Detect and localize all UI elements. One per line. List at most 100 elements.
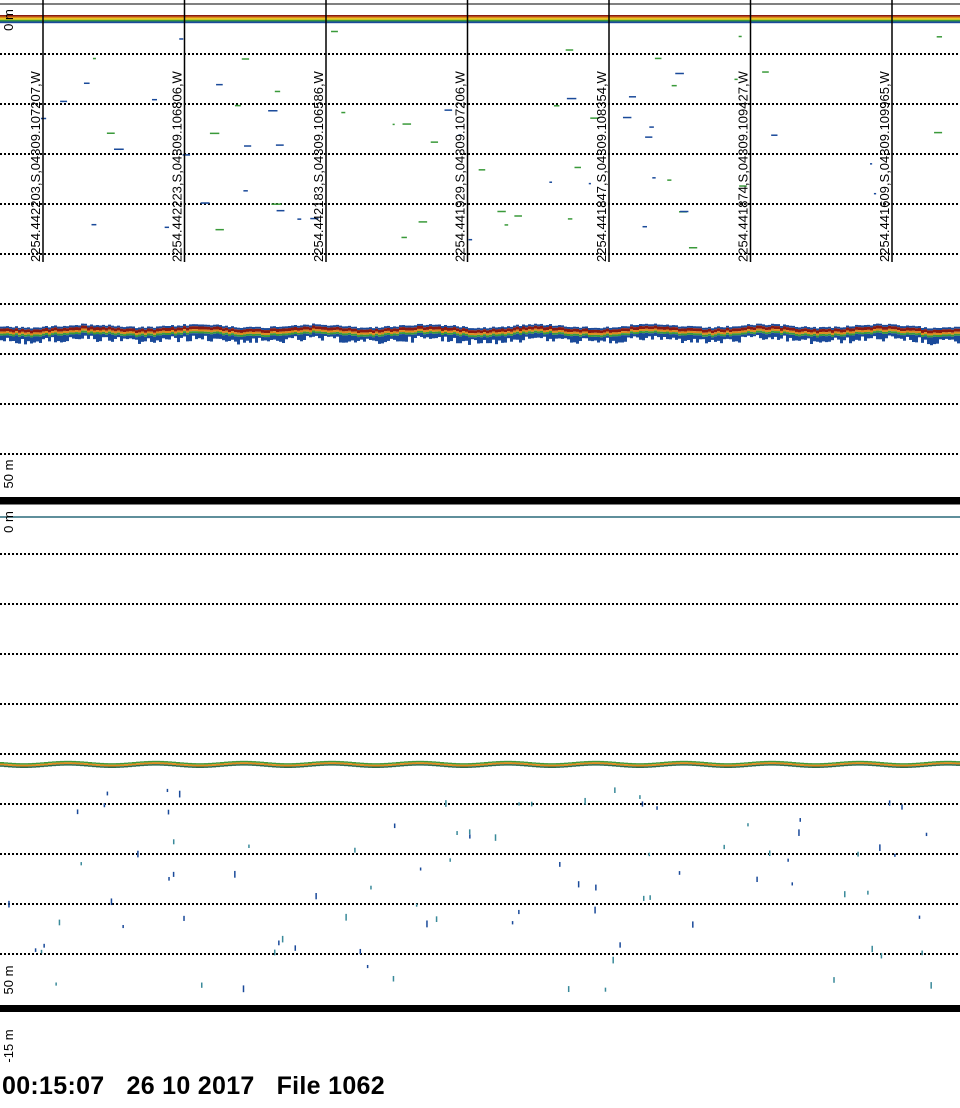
seabed-echo [129, 328, 132, 332]
echo-speck [567, 218, 573, 220]
seabed-echo [522, 324, 525, 327]
seabed-echo [585, 333, 588, 336]
seabed-echo [531, 324, 534, 327]
seabed-echo [188, 766, 192, 768]
seabed-echo [200, 766, 204, 768]
seabed-echo [693, 326, 696, 329]
seabed-echo [556, 764, 560, 767]
seabed-echo [849, 333, 852, 336]
seabed-echo [894, 331, 897, 334]
seabed-echo [924, 334, 927, 337]
seabed-echo [645, 323, 648, 326]
seabed-echo [726, 330, 729, 333]
seabed-echo [462, 331, 465, 334]
seabed-echo [45, 332, 48, 335]
seabed-echo [888, 323, 891, 326]
seabed-echo [720, 336, 723, 344]
seabed-echo [495, 329, 498, 333]
seabed-echo [408, 761, 412, 763]
seabed-echo [852, 328, 855, 332]
seabed-echo [756, 325, 759, 329]
echo-speck [435, 916, 438, 923]
seabed-echo [153, 334, 156, 337]
seabed-echo [795, 328, 798, 332]
seabed-echo [342, 335, 345, 343]
seabed-echo [740, 765, 744, 768]
seabed-echo [20, 764, 24, 767]
seabed-echo [681, 328, 684, 332]
seabed-echo [600, 764, 604, 766]
seabed-echo [480, 335, 483, 338]
seabed-echo [464, 763, 468, 765]
seabed-echo [84, 761, 88, 764]
seabed-echo [740, 764, 744, 766]
seabed-echo [600, 335, 603, 338]
seabed-echo [258, 335, 261, 338]
seabed-echo [828, 328, 831, 332]
seabed-echo [693, 333, 696, 336]
seabed-echo [51, 326, 54, 329]
seabed-echo [213, 326, 216, 330]
seabed-echo [753, 332, 756, 335]
seabed-echo [861, 327, 864, 331]
seabed-echo [597, 334, 600, 337]
seabed-echo [464, 766, 468, 768]
seabed-echo [684, 326, 687, 329]
seabed-echo [657, 329, 660, 332]
seabed-echo [672, 761, 676, 763]
seabed-echo [909, 327, 912, 331]
seabed-echo [552, 763, 556, 765]
seabed-echo [376, 764, 380, 767]
seabed-echo [668, 764, 672, 767]
seabed-echo [933, 336, 936, 345]
seabed-echo [564, 326, 567, 329]
seabed-echo [201, 331, 204, 334]
echo-speck [566, 97, 577, 100]
seabed-echo [24, 334, 27, 337]
seabed-echo [576, 761, 580, 764]
seabed-echo [846, 332, 849, 335]
seabed-echo [477, 334, 480, 337]
seabed-echo [732, 328, 735, 332]
seabed-echo [558, 330, 561, 333]
seabed-echo [687, 332, 690, 335]
seabed-echo [244, 764, 248, 766]
seabed-echo [612, 334, 615, 337]
seabed-echo [828, 333, 831, 336]
seabed-echo [184, 762, 188, 765]
seabed-echo [921, 327, 924, 330]
seabed-echo [236, 760, 240, 763]
seabed-echo [628, 764, 632, 767]
seabed-echo [852, 331, 855, 334]
seabed-echo [792, 325, 795, 328]
seabed-echo [604, 761, 608, 763]
seabed-echo [69, 334, 72, 338]
seabed-echo [513, 330, 516, 333]
seabed-echo [402, 325, 405, 328]
seabed-echo [368, 766, 372, 768]
seabed-echo [21, 328, 24, 332]
seabed-echo [488, 761, 492, 764]
seabed-echo [556, 766, 560, 768]
seabed-echo [432, 761, 436, 763]
seabed-echo [912, 325, 915, 328]
seabed-echo [309, 334, 312, 338]
seabed-echo [153, 336, 156, 343]
seabed-echo [399, 332, 402, 335]
seabed-echo [512, 764, 516, 766]
seabed-echo [344, 764, 348, 767]
seabed-echo [543, 332, 546, 335]
seabed-echo [516, 329, 519, 332]
seabed-echo [609, 336, 612, 344]
seabed-echo [657, 324, 660, 327]
seabed-echo [240, 762, 244, 765]
seabed-echo [711, 330, 714, 334]
seabed-echo [855, 326, 858, 330]
seabed-echo [807, 329, 810, 333]
seabed-echo [348, 763, 352, 765]
seabed-echo [309, 325, 312, 328]
seabed-echo [939, 334, 942, 337]
seabed-echo [268, 762, 272, 764]
seabed-echo [309, 327, 312, 331]
seabed-echo [702, 336, 705, 340]
